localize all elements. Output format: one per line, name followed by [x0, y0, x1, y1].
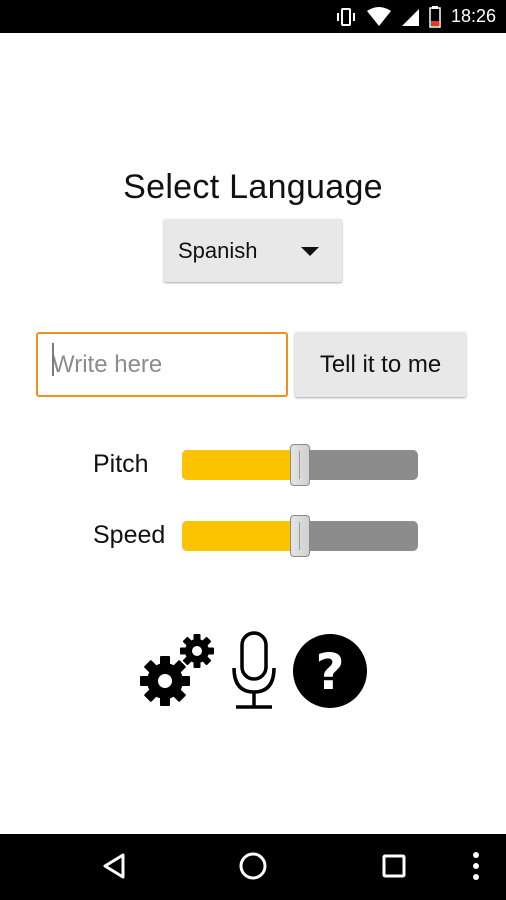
speed-slider[interactable]	[182, 515, 418, 557]
help-button[interactable]: ?	[291, 632, 369, 710]
gears-icon	[138, 634, 218, 713]
settings-button[interactable]	[138, 630, 218, 710]
navigation-bar	[0, 834, 506, 900]
language-dropdown-value: Spanish	[178, 237, 258, 263]
svg-text:?: ?	[315, 643, 344, 701]
speed-slider-fill	[182, 521, 300, 551]
microphone-button[interactable]	[228, 630, 280, 710]
recents-icon	[381, 853, 407, 882]
wifi-icon	[366, 6, 391, 27]
text-input[interactable]	[36, 332, 288, 397]
back-button[interactable]	[84, 834, 144, 900]
text-cursor	[52, 343, 54, 376]
home-button[interactable]	[223, 834, 283, 900]
dropdown-arrow-icon	[301, 247, 319, 256]
status-icons: 18:26	[335, 0, 496, 33]
home-icon	[238, 851, 268, 884]
battery-icon	[429, 5, 441, 28]
more-options-button[interactable]	[446, 834, 506, 900]
signal-icon	[401, 7, 419, 27]
tell-it-to-me-button[interactable]: Tell it to me	[295, 332, 466, 397]
language-dropdown[interactable]: Spanish	[164, 219, 342, 282]
speed-label: Speed	[93, 521, 166, 549]
back-icon	[101, 852, 127, 883]
pitch-label: Pitch	[93, 450, 149, 478]
pitch-slider-fill	[182, 450, 300, 480]
vibrate-icon	[335, 7, 357, 27]
microphone-icon	[228, 631, 280, 713]
status-time: 18:26	[450, 6, 496, 26]
page-title: Select Language	[123, 168, 383, 206]
pitch-slider[interactable]	[182, 444, 418, 486]
pitch-slider-thumb[interactable]	[290, 444, 310, 486]
status-bar: 18:26	[0, 0, 506, 33]
more-icon	[472, 851, 480, 884]
speed-slider-thumb[interactable]	[290, 515, 310, 557]
help-icon: ?	[291, 634, 369, 713]
recents-button[interactable]	[364, 834, 424, 900]
